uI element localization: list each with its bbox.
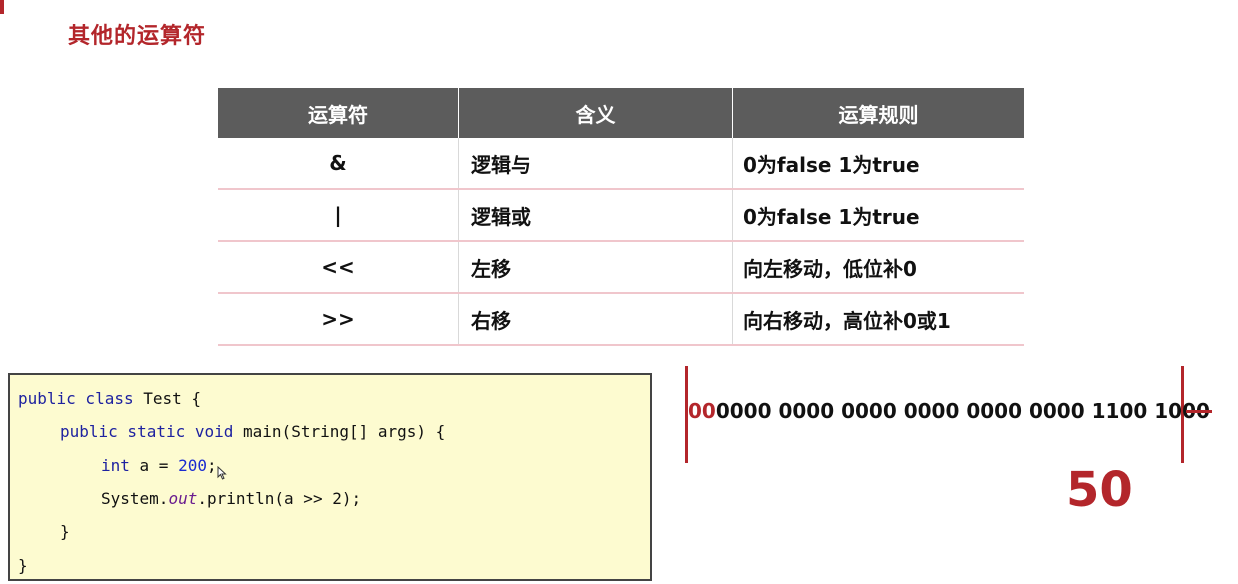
cell-meaning: 左移: [458, 241, 733, 294]
cell-operator: >>: [218, 293, 459, 346]
cell-meaning: 逻辑或: [458, 189, 733, 242]
header-meaning: 含义: [458, 88, 733, 138]
code-text: ;: [206, 456, 217, 475]
code-line-close-method: }: [60, 522, 70, 541]
cell-operator: |: [218, 189, 459, 242]
result-value: 50: [1066, 462, 1133, 518]
binary-representation: 000000 0000 0000 0000 0000 0000 1100 100…: [688, 399, 1210, 423]
table-row: << 左移 向左移动，低位补0: [218, 241, 1024, 294]
dropped-bits-strike: [1186, 410, 1212, 413]
code-line-int: int a = 200;: [101, 456, 217, 475]
number-literal: 200: [178, 456, 207, 475]
table-row: & 逻辑与 0为false 1为true: [218, 138, 1024, 190]
corner-mark: [0, 0, 4, 14]
table-row: >> 右移 向右移动，高位补0或1: [218, 293, 1024, 346]
table-row: | 逻辑或 0为false 1为true: [218, 189, 1024, 242]
code-text: System.: [101, 489, 169, 508]
cell-rule: 向右移动，高位补0或1: [732, 293, 1024, 346]
static-field: out: [168, 489, 198, 508]
cell-operator: &: [218, 138, 459, 190]
mouse-cursor-icon: [217, 466, 227, 480]
slide-title: 其他的运算符: [68, 24, 207, 49]
cell-meaning: 右移: [458, 293, 733, 346]
table-header-row: 运算符 含义 运算规则: [218, 88, 1024, 138]
header-rule: 运算规则: [732, 88, 1024, 138]
keyword: int: [101, 456, 130, 475]
cell-rule: 向左移动，低位补0: [732, 241, 1024, 294]
code-line-class: public class Test {: [18, 389, 201, 408]
cell-rule: 0为false 1为true: [732, 138, 1024, 190]
code-text: main(String[] args) {: [233, 422, 446, 441]
code-text: a =: [129, 456, 179, 475]
cell-meaning: 逻辑与: [458, 138, 733, 190]
binary-bits: 0000 0000 0000 0000 0000 0000 1100 1000: [715, 399, 1210, 423]
code-block: public class Test { public static void m…: [8, 373, 652, 581]
cell-rule: 0为false 1为true: [732, 189, 1024, 242]
header-operator: 运算符: [218, 88, 459, 138]
code-text: .println(a >> 2);: [197, 489, 362, 508]
code-line-main: public static void main(String[] args) {: [60, 422, 445, 441]
code-line-close-class: }: [18, 556, 28, 575]
code-text: Test {: [133, 389, 202, 408]
cell-operator: <<: [218, 241, 459, 294]
shifted-in-bits: 00: [688, 399, 716, 423]
code-line-println: System.out.println(a >> 2);: [101, 489, 361, 508]
keyword: public class: [18, 389, 134, 408]
operators-table: 运算符 含义 运算规则 & 逻辑与 0为false 1为true | 逻辑或 0…: [218, 88, 1024, 346]
keyword: public static void: [60, 422, 234, 441]
